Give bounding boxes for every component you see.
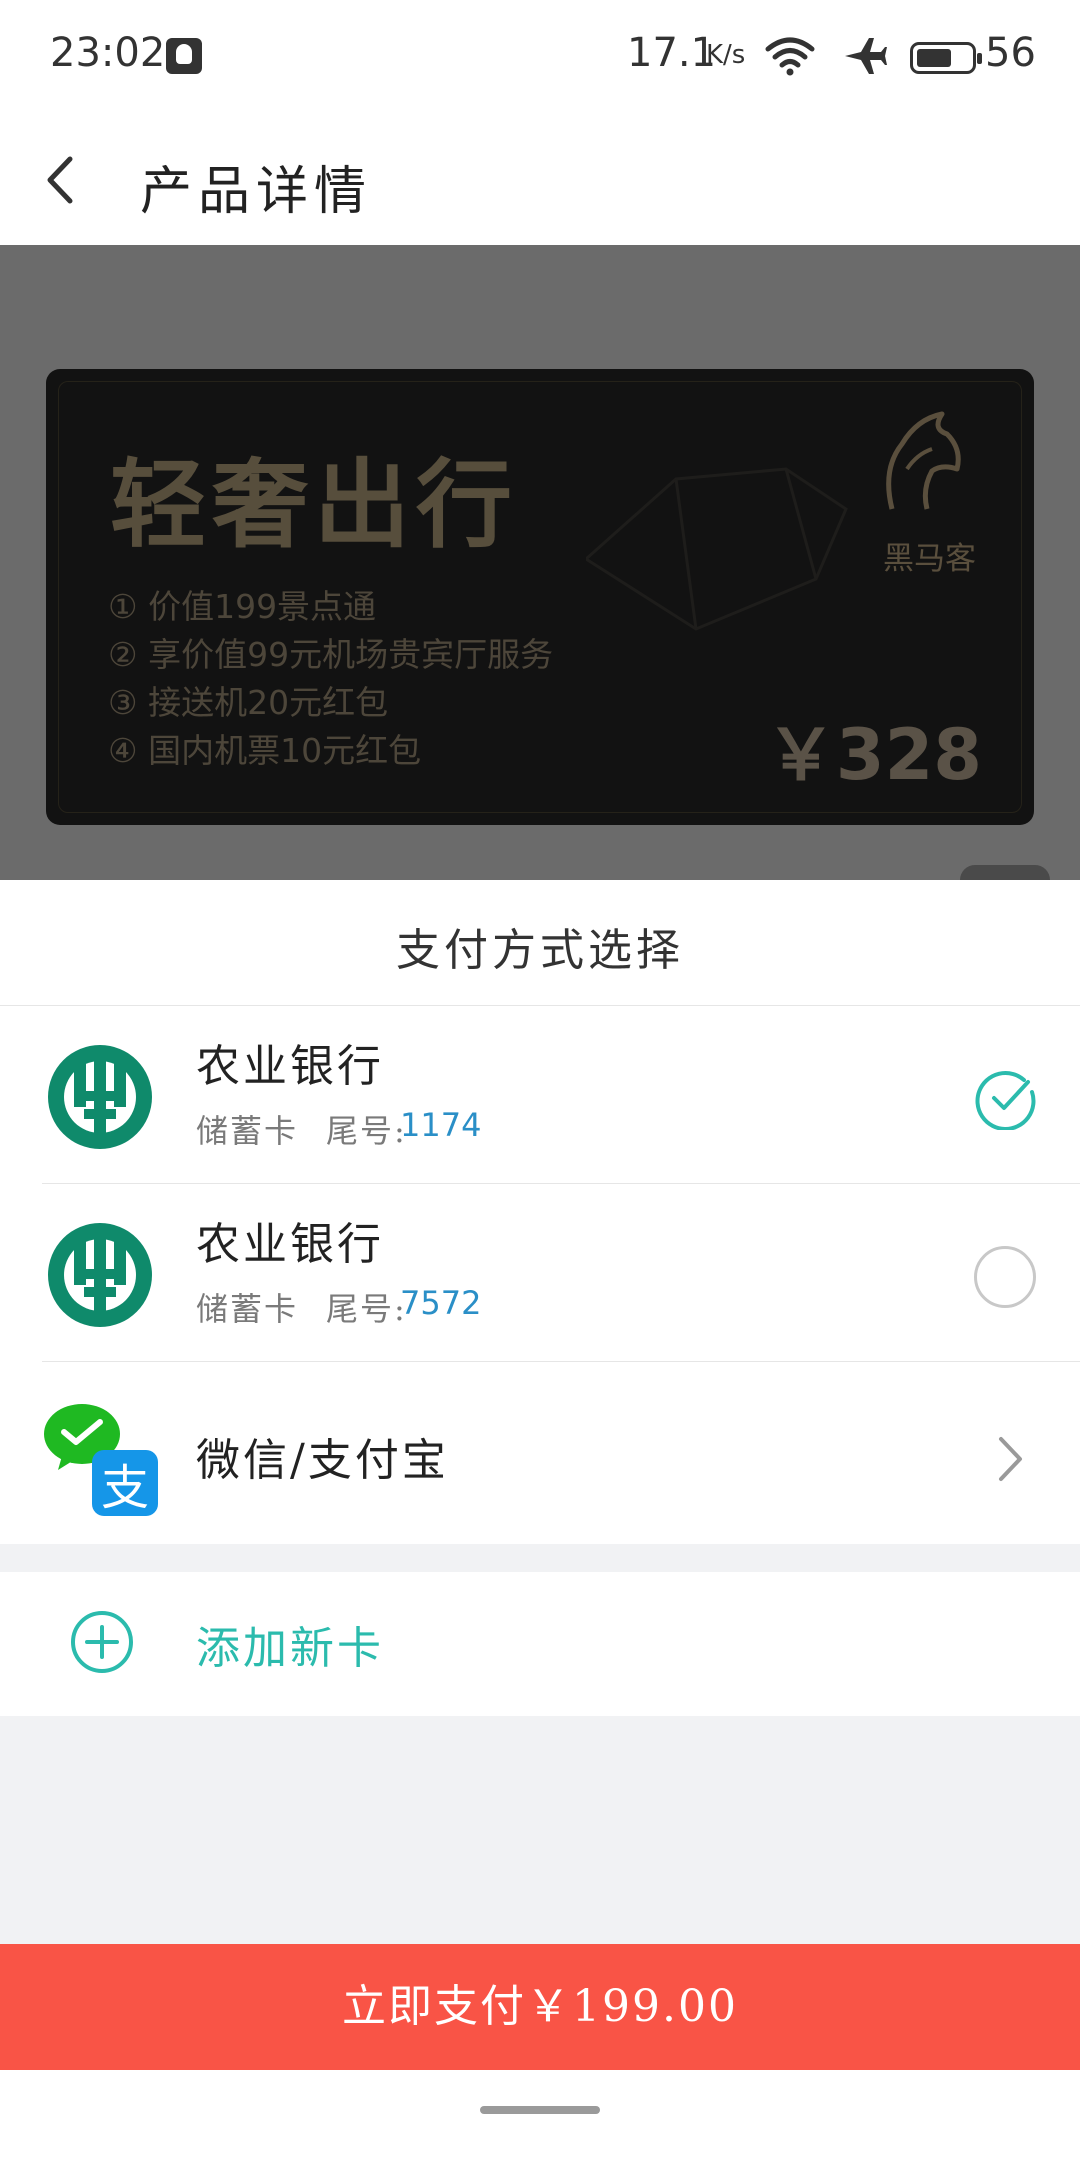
- card-type: 储蓄卡: [196, 1112, 299, 1150]
- abc-bank-logo-icon: [48, 1223, 152, 1327]
- pager-indicator: [960, 865, 1050, 880]
- product-card: 轻奢出行 ① 价值199景点通 ② 享价值99元机场贵宾厅服务 ③ 接送机20元…: [46, 369, 1034, 825]
- airplane-icon: [845, 38, 887, 74]
- wechat-alipay-label: 微信/支付宝: [196, 1435, 449, 1486]
- radio-unselected-icon[interactable]: [974, 1246, 1036, 1308]
- wechat-alipay-row[interactable]: 支 微信/支付宝: [0, 1364, 1080, 1542]
- gesture-bar: [0, 2070, 1080, 2160]
- card-price: ￥328: [765, 714, 982, 796]
- payment-method-row[interactable]: 农业银行 储蓄卡 尾号: 7572: [0, 1184, 1080, 1362]
- benefit-item: ① 价值199景点通: [108, 587, 377, 626]
- card-title: 轻奢出行: [110, 449, 518, 561]
- card-tail-number: 7572: [400, 1284, 482, 1322]
- card-type: 储蓄卡: [196, 1290, 299, 1328]
- add-card-row[interactable]: 添加新卡: [0, 1572, 1080, 1716]
- benefit-item: ② 享价值99元机场贵宾厅服务: [108, 635, 554, 674]
- row-divider: [42, 1361, 1080, 1362]
- add-card-label: 添加新卡: [196, 1623, 384, 1674]
- plus-circle-icon: [71, 1611, 133, 1673]
- page-title: 产品详情: [140, 162, 373, 222]
- card-decoration: [586, 467, 848, 631]
- app-header: 产品详情: [0, 115, 1080, 245]
- network-speed: 17.1: [627, 30, 717, 76]
- product-banner: 轻奢出行 ① 价值199景点通 ② 享价值99元机场贵宾厅服务 ③ 接送机20元…: [0, 245, 1080, 880]
- wechat-alipay-icon: 支: [44, 1404, 158, 1516]
- benefit-item: ③ 接送机20元红包: [108, 683, 389, 722]
- benefit-item: ④ 国内机票10元红包: [108, 731, 422, 770]
- wifi-icon: [765, 37, 815, 76]
- svg-text:支: 支: [101, 1460, 149, 1516]
- pay-now-button[interactable]: 立即支付￥199.00: [0, 1944, 1080, 2070]
- card-tail-label: 尾号:: [326, 1290, 407, 1328]
- battery-icon: [910, 42, 982, 74]
- card-tail-label: 尾号:: [326, 1112, 407, 1150]
- card-brand: 黑马客: [883, 541, 976, 577]
- horse-logo-icon: [886, 411, 961, 510]
- benefit-list: ① 价值199景点通 ② 享价值99元机场贵宾厅服务 ③ 接送机20元红包 ④ …: [108, 583, 553, 775]
- card-tail-number: 1174: [400, 1106, 482, 1144]
- bank-name: 农业银行: [196, 1041, 384, 1092]
- qq-icon: [166, 38, 202, 74]
- status-bar: 23:02 17.1 K/s 56: [0, 0, 1080, 115]
- sheet-title: 支付方式选择: [396, 925, 684, 976]
- payment-sheet: 支付方式选择 农业银行 储蓄卡 尾号: 1174 农业银行 储蓄卡 尾号: 75…: [0, 880, 1080, 2160]
- back-arrow-icon[interactable]: [40, 145, 110, 215]
- check-circle-icon[interactable]: [974, 1066, 1038, 1130]
- payment-method-row[interactable]: 农业银行 储蓄卡 尾号: 1174: [0, 1006, 1080, 1184]
- battery-level: 56: [985, 30, 1036, 76]
- chevron-right-icon: [999, 1437, 1022, 1481]
- payment-method-list: 农业银行 储蓄卡 尾号: 1174 农业银行 储蓄卡 尾号: 7572 支 微信…: [0, 1006, 1080, 1544]
- abc-bank-logo-icon: [48, 1045, 152, 1149]
- network-speed-unit: K/s: [706, 40, 746, 70]
- sheet-title-bar: 支付方式选择: [0, 880, 1080, 1006]
- bank-name: 农业银行: [196, 1219, 384, 1270]
- status-time: 23:02: [50, 30, 166, 76]
- home-indicator[interactable]: [480, 2106, 600, 2114]
